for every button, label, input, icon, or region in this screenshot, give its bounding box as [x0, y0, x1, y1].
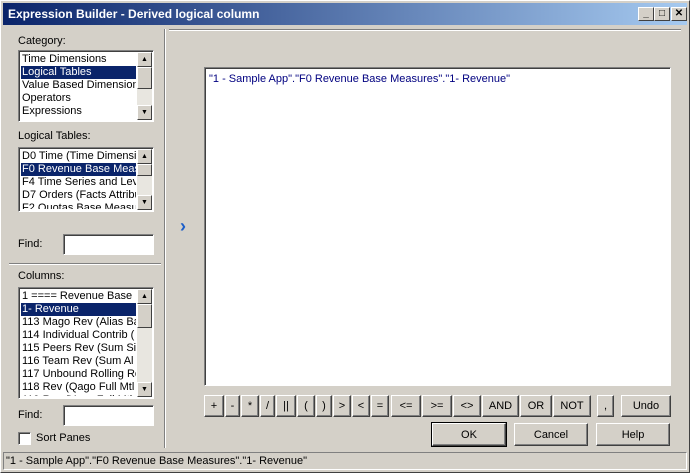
- expression-editor[interactable]: "1 - Sample App"."F0 Revenue Base Measur…: [204, 67, 671, 386]
- logical-table-item[interactable]: F4 Time Series and Level: [21, 176, 136, 189]
- logical-tables-label: Logical Tables:: [18, 130, 91, 142]
- logical-tables-scrollbar[interactable]: ▲ ▼: [137, 149, 152, 210]
- scroll-down-icon[interactable]: ▼: [137, 105, 152, 120]
- scroll-down-icon[interactable]: ▼: [137, 195, 152, 210]
- ok-button[interactable]: OK: [431, 422, 507, 447]
- insert-arrow-icon[interactable]: ›: [175, 217, 191, 235]
- maximize-button[interactable]: □: [654, 7, 670, 21]
- expression-builder-window: Expression Builder - Derived logical col…: [0, 0, 690, 473]
- operator-multiply-button[interactable]: *: [241, 395, 259, 417]
- category-scrollbar[interactable]: ▲ ▼: [137, 52, 152, 120]
- minimize-button[interactable]: _: [638, 7, 654, 21]
- category-item[interactable]: Expressions: [21, 105, 136, 118]
- columns-items: 1 ==== Revenue Base 1- Revenue 113 Mago Re…: [21, 290, 136, 396]
- operator-close-paren-button[interactable]: ): [316, 395, 332, 417]
- expression-text: "1 - Sample App"."F0 Revenue Base Measur…: [209, 73, 511, 85]
- category-item[interactable]: Logical Tables: [21, 66, 136, 79]
- column-item[interactable]: 117 Unbound Rolling Re: [21, 368, 136, 381]
- operator-less-than-button[interactable]: <: [352, 395, 370, 417]
- operator-and-button[interactable]: AND: [482, 395, 519, 417]
- category-items: Time Dimensions Logical Tables Value Based…: [21, 53, 136, 119]
- pane-splitter[interactable]: [164, 29, 166, 448]
- column-item[interactable]: 115 Peers Rev (Sum Si: [21, 342, 136, 355]
- logical-table-item[interactable]: F0 Revenue Base Measures: [21, 163, 136, 176]
- category-label: Category:: [18, 35, 66, 47]
- column-item[interactable]: 118 Rev (Qago Full Mtl: [21, 381, 136, 394]
- operator-greater-than-button[interactable]: >: [333, 395, 351, 417]
- column-item[interactable]: 1 ==== Revenue Base: [21, 290, 136, 303]
- status-bar: "1 - Sample App"."F0 Revenue Base Measur…: [3, 452, 687, 470]
- operator-greater-equal-button[interactable]: >=: [422, 395, 452, 417]
- operator-equals-button[interactable]: =: [371, 395, 389, 417]
- help-button[interactable]: Help: [596, 423, 670, 446]
- column-item[interactable]: 1- Revenue: [21, 303, 136, 316]
- title-bar[interactable]: Expression Builder - Derived logical col…: [3, 3, 687, 25]
- operator-not-button[interactable]: NOT: [553, 395, 591, 417]
- scroll-thumb[interactable]: [137, 304, 152, 328]
- logical-tables-list[interactable]: D0 Time (Time Dimension)F0 Revenue Base …: [18, 147, 154, 212]
- logical-table-item[interactable]: D0 Time (Time Dimension): [21, 150, 136, 163]
- operator-open-paren-button[interactable]: (: [297, 395, 315, 417]
- columns-list[interactable]: 1 ==== Revenue Base 1- Revenue 113 Mago Re…: [18, 287, 154, 399]
- scroll-thumb[interactable]: [137, 164, 152, 176]
- sort-panes-label: Sort Panes: [36, 432, 91, 444]
- find-label: Find:: [18, 409, 43, 421]
- status-text: "1 - Sample App"."F0 Revenue Base Measur…: [6, 455, 308, 467]
- column-item[interactable]: 114 Individual Contrib (: [21, 329, 136, 342]
- scroll-up-icon[interactable]: ▲: [137, 149, 152, 164]
- category-list[interactable]: Time Dimensions Logical Tables Value Based…: [18, 50, 154, 122]
- left-divider: [9, 263, 161, 265]
- columns-scrollbar[interactable]: ▲ ▼: [137, 289, 152, 397]
- find-label: Find:: [18, 238, 43, 250]
- sort-panes-checkbox[interactable]: [18, 432, 31, 445]
- operator-not-equal-button[interactable]: <>: [453, 395, 481, 417]
- logical-tables-items: D0 Time (Time Dimension)F0 Revenue Base …: [21, 150, 136, 209]
- scroll-up-icon[interactable]: ▲: [137, 52, 152, 67]
- category-item[interactable]: Operators: [21, 92, 136, 105]
- operator-minus-button[interactable]: -: [225, 395, 240, 417]
- operator-less-equal-button[interactable]: <=: [391, 395, 421, 417]
- logical-table-item[interactable]: D7 Orders (Facts Attributes): [21, 189, 136, 202]
- scroll-down-icon[interactable]: ▼: [137, 382, 152, 397]
- window-title: Expression Builder - Derived logical col…: [8, 7, 260, 21]
- operator-comma-button[interactable]: ,: [597, 395, 614, 417]
- operator-divide-button[interactable]: /: [260, 395, 275, 417]
- scroll-up-icon[interactable]: ▲: [137, 289, 152, 304]
- category-item[interactable]: Functions: [21, 118, 136, 119]
- cancel-button[interactable]: Cancel: [514, 423, 588, 446]
- category-item[interactable]: Time Dimensions: [21, 53, 136, 66]
- category-item[interactable]: Value Based Dimensions: [21, 79, 136, 92]
- operator-plus-button[interactable]: +: [204, 395, 224, 417]
- column-item[interactable]: 116 Team Rev (Sum Al: [21, 355, 136, 368]
- find-input-columns[interactable]: [63, 405, 154, 426]
- scroll-thumb[interactable]: [137, 67, 152, 89]
- right-top-divider: [169, 29, 681, 31]
- operator-concat-button[interactable]: ||: [276, 395, 296, 417]
- undo-button[interactable]: Undo: [621, 395, 671, 417]
- column-item[interactable]: 119 Rev (Yago Full Mth: [21, 394, 136, 396]
- columns-label: Columns:: [18, 270, 65, 282]
- find-input[interactable]: [63, 234, 154, 255]
- logical-table-item[interactable]: F2 Quotas Base Measures: [21, 202, 136, 209]
- close-button[interactable]: ✕: [671, 7, 687, 21]
- operator-or-button[interactable]: OR: [520, 395, 552, 417]
- column-item[interactable]: 113 Mago Rev (Alias Base: [21, 316, 136, 329]
